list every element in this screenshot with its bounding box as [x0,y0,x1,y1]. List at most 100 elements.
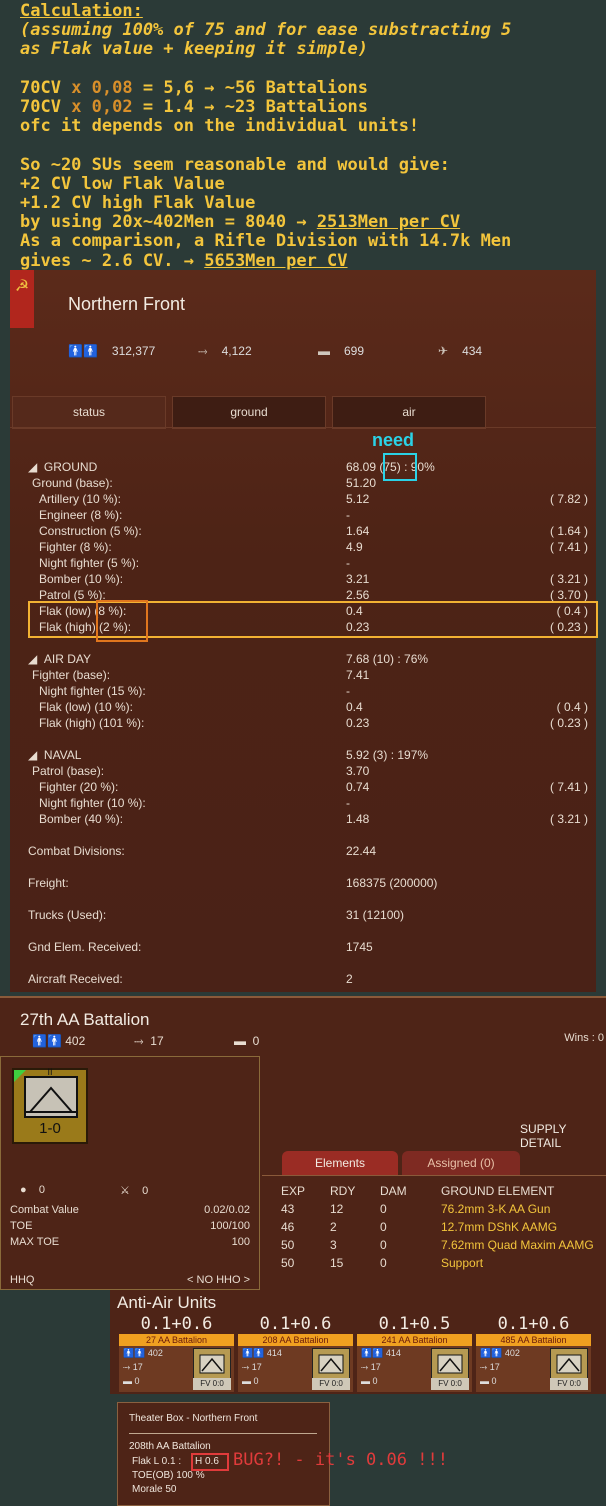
ground-row-label: Fighter (8 %): [39,540,112,554]
ground-row-value: 3.21 [346,572,370,586]
ground-row-label: Engineer (8 %): [39,508,123,522]
unit-field-value: 0.02/0.02 [204,1204,250,1216]
ground-row-value: - [346,508,350,522]
gun-icon: ⤑ [198,344,208,358]
ground-row-extra: ( 7.41 ) [549,540,588,554]
aa-unit-card[interactable]: 0.1+0.6 27 AA Battalion 🚹🚹 402 ⤑ 17 ▬ 0 … [119,1314,234,1392]
theater-title: Theater Box - Northern Front [129,1413,258,1424]
ground-row-value: 4.9 [346,540,363,554]
aa-unit-card[interactable]: 0.1+0.5 241 AA Battalion 🚹🚹 414 ⤑ 17 ▬ 0… [357,1314,472,1392]
unit-field-label: TOE [10,1220,33,1232]
collapse-icon[interactable]: ◢ [28,652,37,666]
elements-column-header[interactable]: DAM [380,1184,407,1198]
elements-column-header[interactable]: EXP [281,1184,305,1198]
aa-unit-tanks: ▬ 0 [242,1376,259,1386]
front-panel: ☭ Northern Front 🚹🚹 312,377 ⤑ 4,122 ▬ 699 ✈… [10,270,598,992]
need-annotation: need [372,430,415,450]
notes-calc-2c: = 1.4 → ~23 Battalions [132,97,369,118]
airday-total: 7.68 (10) : 76% [346,652,429,666]
naval-row-value: - [346,796,350,810]
flak-percent-highlight-box [96,600,148,642]
unit-field-label: Combat Value [10,1204,79,1216]
unit-counter-value: 1-0 [39,1120,61,1137]
aa-unit-flak-value: 0.1+0.6 [259,1314,332,1334]
soviet-flag-icon: ☭ [10,270,34,328]
aa-unit-fv: FV 0:0 [550,1378,588,1390]
aa-unit-body: 🚹🚹 402 ⤑ 17 ▬ 0 FV 0:0 [476,1346,591,1392]
tab-divider [10,427,596,428]
collapse-icon[interactable]: ◢ [28,460,37,474]
aa-unit-card[interactable]: 0.1+0.6 485 AA Battalion 🚹🚹 402 ⤑ 17 ▬ 0… [476,1314,591,1392]
unit-counter[interactable]: II 1-0 [12,1067,88,1144]
naval-row-label: Fighter (20 %): [39,780,119,794]
tab-status[interactable]: status [12,396,166,429]
summary-label: Aircraft Received: [28,972,123,986]
airday-row-label: Flak (low) (10 %): [39,700,134,714]
elements-column-header[interactable]: RDY [330,1184,355,1198]
element-name[interactable]: 76.2mm 3-K AA Gun [441,1202,550,1216]
element-name[interactable]: 7.62mm Quad Maxim AAMG [441,1238,594,1252]
battalion-title: 27th AA Battalion [20,1010,150,1029]
tab-air[interactable]: air [332,396,486,429]
stat-planes: ✈ 434 [438,344,483,358]
element-exp: 46 [281,1220,295,1234]
experience-icon: ● [20,1184,27,1196]
aa-unit-fv: FV 0:0 [312,1378,350,1390]
stat-tanks: ▬ 699 [318,344,365,358]
airday-row-label: Night fighter (15 %): [39,684,146,698]
experience-stat: ● 0 [20,1184,46,1196]
element-name[interactable]: 12.7mm DShK AAMG [441,1220,557,1234]
tank-icon: ▬ [234,1034,253,1048]
airday-row-value: - [346,684,350,698]
aa-unit-counter-icon [312,1348,350,1380]
summary-label: Trucks (Used): [28,908,107,922]
ground-row-value: 2.56 [346,588,370,602]
calculation-notes: Calculation: (assuming 100% of 75 and fo… [20,1,512,271]
ground-row-label: Ground (base): [32,476,113,490]
battalion-wins: Wins : 0 [564,1032,604,1044]
tab-elements[interactable]: Elements [282,1151,398,1175]
bug-annotation: BUG?! - it's 0.06 !!! [233,1450,448,1470]
summary-value: 31 (12100) [346,908,405,922]
theater-flak-low: Flak L 0.1 : [132,1456,182,1467]
aa-unit-body: 🚹🚹 414 ⤑ 17 ▬ 0 FV 0:0 [357,1346,472,1392]
element-name[interactable]: Support [441,1256,483,1270]
tab-ground[interactable]: ground [172,396,326,429]
aa-unit-name: 27 AA Battalion [119,1334,234,1346]
tab-assigned[interactable]: Assigned (0) [402,1151,520,1175]
element-dam: 0 [380,1256,387,1270]
naval-header: ◢ NAVAL [28,748,82,762]
aa-unit-tanks: ▬ 0 [361,1376,378,1386]
airday-row-extra: ( 0.4 ) [556,700,588,714]
aa-unit-fv: FV 0:0 [193,1378,231,1390]
elements-column-header[interactable]: GROUND ELEMENT [441,1184,554,1198]
notes-heading: Calculation: [20,1,143,21]
ground-row-extra: ( 7.82 ) [549,492,588,506]
panel-border [0,996,606,998]
aa-unit-counter-icon [431,1348,469,1380]
aa-unit-tanks: ▬ 0 [480,1376,497,1386]
notes-line-8: As a comparison, a Rifle Division with 1… [20,231,512,252]
aa-unit-tanks: ▬ 0 [123,1376,140,1386]
aa-unit-icon [24,1076,78,1118]
airday-row-label: Fighter (base): [32,668,111,682]
ground-header: ◢ GROUND [28,460,98,474]
naval-total: 5.92 (3) : 197% [346,748,429,762]
notes-calc-1b: 0,08 [81,77,133,98]
aa-unit-counter-icon [550,1348,588,1380]
aa-unit-name: 208 AA Battalion [238,1334,353,1346]
aa-unit-card[interactable]: 0.1+0.6 208 AA Battalion 🚹🚹 414 ⤑ 17 ▬ 0… [238,1314,353,1392]
aa-units-title: Anti-Air Units [117,1293,217,1312]
notes-calc-2b: 0,02 [81,97,133,118]
element-exp: 50 [281,1256,295,1270]
naval-row-value: 3.70 [346,764,370,778]
ground-row-value: - [346,556,350,570]
element-exp: 43 [281,1202,295,1216]
collapse-icon[interactable]: ◢ [28,748,37,762]
supply-detail-link[interactable]: SUPPLY DETAIL [520,1122,606,1150]
unit-field-value[interactable]: < NO HHO > [187,1274,250,1286]
stat-men: 🚹🚹 312,377 [68,344,156,358]
stat-guns: ⤑ 4,122 [198,344,252,358]
notes-assumption-1: (assuming 100% of 75 and for ease substr… [20,20,512,41]
notes-line-5: +2 CV low Flak Value [20,173,225,194]
